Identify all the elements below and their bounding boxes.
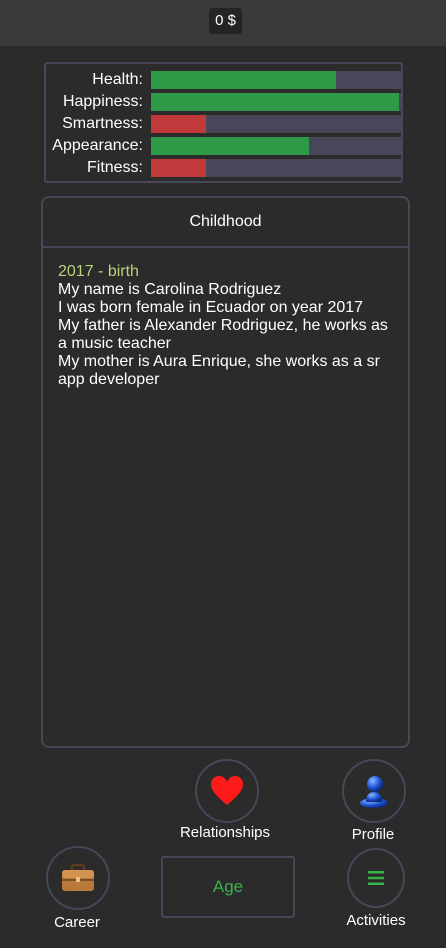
money-display: 0 $ — [209, 8, 242, 34]
profile-button[interactable] — [342, 759, 406, 823]
stat-fill-smartness — [151, 115, 206, 133]
person-icon — [360, 776, 388, 808]
stat-bar-happiness — [151, 93, 401, 111]
stat-fill-appearance — [151, 137, 309, 155]
stat-bar-appearance — [151, 137, 401, 155]
log-line: My father is Alexander Rodriguez, he wor… — [58, 317, 388, 352]
activities-label[interactable]: Activities — [346, 912, 405, 929]
briefcase-icon — [62, 863, 94, 891]
log-year-line: 2017 - birth — [58, 263, 139, 280]
log-body: 2017 - birth My name is Carolina Rodrigu… — [43, 248, 408, 389]
stat-bar-smartness — [151, 115, 401, 133]
stat-fill-fitness — [151, 159, 206, 177]
stat-label: Health: — [92, 71, 143, 88]
stat-label: Happiness: — [62, 93, 143, 110]
log-line: I was born female in Ecuador on year 201… — [58, 299, 364, 316]
stat-fill-health — [151, 71, 336, 89]
stat-bar-fitness — [151, 159, 401, 177]
stat-row-health: Health: — [46, 71, 401, 89]
log-line: My name is Carolina Rodriguez — [58, 281, 282, 298]
top-bar: 0 $ — [0, 0, 446, 46]
stat-row-fitness: Fitness: — [46, 159, 401, 177]
age-button[interactable]: Age — [161, 856, 295, 918]
stat-label: Appearance: — [52, 137, 143, 154]
life-log-panel[interactable]: Childhood 2017 - birth My name is Caroli… — [41, 196, 410, 748]
stat-fill-happiness — [151, 93, 399, 111]
stat-label: Smartness: — [62, 115, 143, 132]
log-title: Childhood — [43, 198, 408, 248]
stat-row-appearance: Appearance: — [46, 137, 401, 155]
activities-button[interactable] — [347, 848, 405, 908]
relationships-button[interactable] — [195, 759, 259, 823]
log-line: My mother is Aura Enrique, she works as … — [58, 353, 380, 388]
heart-icon — [211, 776, 243, 805]
relationships-label[interactable]: Relationships — [180, 824, 270, 841]
stat-bar-health — [151, 71, 401, 89]
profile-label[interactable]: Profile — [352, 826, 395, 843]
career-button[interactable] — [46, 846, 110, 910]
menu-icon — [368, 871, 384, 885]
stats-panel: Health: Happiness: Smartness: Appearance… — [44, 62, 403, 183]
career-label[interactable]: Career — [54, 914, 100, 931]
stat-row-happiness: Happiness: — [46, 93, 401, 111]
stat-row-smartness: Smartness: — [46, 115, 401, 133]
stat-label: Fitness: — [86, 159, 143, 176]
